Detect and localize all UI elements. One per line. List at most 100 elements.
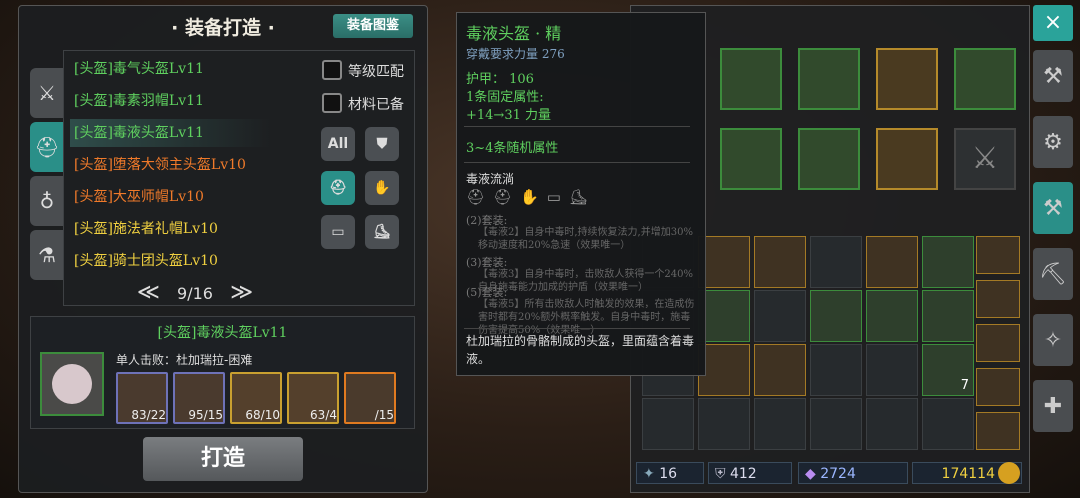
tooltip-fixed-attr-title: 1条固定属性: bbox=[466, 90, 544, 105]
smith-icon: ⛏ bbox=[1039, 261, 1067, 287]
gloves-icon: ✋ bbox=[520, 188, 547, 206]
materials-ready-label: 材料已备 bbox=[348, 97, 404, 113]
gloves-icon: ✋ bbox=[373, 180, 391, 196]
filter-gloves-button[interactable]: ✋ bbox=[365, 171, 399, 205]
inventory-slot[interactable] bbox=[866, 398, 918, 450]
tab-repair[interactable]: ⚙ bbox=[1033, 116, 1073, 168]
pagination: ≪ 9/16 ≫ bbox=[130, 280, 260, 305]
recipe-item[interactable]: [头盔]堕落大领主头盔Lv10 bbox=[74, 152, 246, 178]
equip-slot-empty[interactable]: ⚔ bbox=[954, 128, 1016, 190]
helmet-icon bbox=[52, 364, 92, 404]
sword-icon: ⚔ bbox=[38, 81, 56, 105]
filter-helmet-button[interactable]: ⛑ bbox=[321, 171, 355, 205]
inventory-slot[interactable] bbox=[642, 398, 694, 450]
filter-boots-button[interactable]: ⛸ bbox=[365, 215, 399, 249]
chest-armor-icon: ⛊ bbox=[376, 136, 388, 152]
inventory-slot[interactable] bbox=[922, 236, 974, 288]
filter-all-button[interactable]: All bbox=[321, 127, 355, 161]
recipe-item[interactable]: [头盔]大巫师帽Lv10 bbox=[74, 184, 204, 210]
material-slot[interactable]: 95/15 bbox=[173, 372, 225, 424]
material-slot[interactable]: /15 bbox=[344, 372, 396, 424]
next-page-button[interactable]: ≫ bbox=[230, 280, 253, 305]
bag-slot[interactable] bbox=[976, 236, 1020, 274]
bag-slot[interactable] bbox=[976, 280, 1020, 318]
tab-necklace[interactable]: ♁ bbox=[30, 176, 64, 226]
craft-item-icon[interactable] bbox=[40, 352, 104, 416]
tooltip-set3-text: 【毒液3】自身中毒时，击败敌人获得一个240%自身施毒能力加成的护盾（效果唯一） bbox=[478, 269, 693, 293]
set-pieces-icons: ⛑⛑✋▭⛸ bbox=[466, 188, 626, 208]
potion-icon: ⚗ bbox=[38, 243, 56, 267]
staff-icon: ✦ bbox=[643, 466, 655, 482]
recipe-item[interactable]: [头盔]毒气头盔Lv11 bbox=[74, 56, 204, 82]
inventory-slot[interactable] bbox=[754, 344, 806, 396]
equip-slot-gloves[interactable] bbox=[720, 128, 782, 190]
inventory-slot[interactable] bbox=[754, 290, 806, 342]
tab-smith[interactable]: ⛏ bbox=[1033, 248, 1073, 300]
inventory-slot[interactable] bbox=[866, 344, 918, 396]
page-indicator: 9/16 bbox=[177, 284, 213, 303]
bag-slot[interactable] bbox=[976, 412, 1020, 450]
tab-helmet[interactable]: ⛑ bbox=[30, 122, 64, 172]
inventory-slot[interactable] bbox=[922, 398, 974, 450]
tab-weapon[interactable]: ⚔ bbox=[30, 68, 64, 118]
shield-icon: ⛨ bbox=[715, 466, 726, 482]
gem-icon: ◆ bbox=[805, 466, 816, 482]
equip-slot-ring[interactable] bbox=[876, 48, 938, 110]
equip-slot-chest[interactable] bbox=[720, 48, 782, 110]
tooltip-set2-text: 【毒液2】自身中毒时,持续恢复法力,并增加30%移动速度和20%急速（效果唯一） bbox=[478, 227, 693, 251]
equip-slot-boots[interactable] bbox=[798, 128, 860, 190]
necklace-icon: ♁ bbox=[39, 189, 55, 213]
tab-potion[interactable]: ⚗ bbox=[30, 230, 64, 280]
equip-slot-pants[interactable] bbox=[798, 48, 860, 110]
enchant-icon: ✧ bbox=[1043, 327, 1063, 353]
gold-coin-icon bbox=[998, 462, 1020, 484]
material-slot[interactable]: 83/22 bbox=[116, 372, 168, 424]
filter-belt-button[interactable]: ▭ bbox=[321, 215, 355, 249]
forge-hammer-icon: ⚒ bbox=[1043, 195, 1063, 221]
level-match-checkbox[interactable] bbox=[322, 60, 342, 80]
tab-tools[interactable]: ⚒ bbox=[1033, 50, 1073, 102]
attack-stat: ✦ 16 bbox=[636, 462, 704, 484]
inventory-slot[interactable] bbox=[810, 290, 862, 342]
inventory-slot[interactable] bbox=[922, 290, 974, 342]
hammer-icon: ⚒ bbox=[1043, 63, 1063, 89]
close-button[interactable]: × bbox=[1033, 5, 1073, 41]
inventory-slot[interactable] bbox=[866, 236, 918, 288]
bag-slot[interactable] bbox=[976, 368, 1020, 406]
inventory-slot[interactable]: 7 bbox=[922, 344, 974, 396]
materials-ready-checkbox[interactable] bbox=[322, 93, 342, 113]
craft-button[interactable]: 打造 bbox=[143, 437, 303, 481]
inventory-slot[interactable] bbox=[810, 344, 862, 396]
tooltip-requirement: 穿戴要求力量 276 bbox=[466, 47, 565, 61]
tooltip-item-name: 毒液头盔 · 精 bbox=[466, 24, 562, 43]
craft-item-name: [头盔]毒液头盔Lv11 bbox=[157, 325, 288, 341]
boots-icon: ⛸ bbox=[373, 224, 391, 240]
filter-chest-button[interactable]: ⛊ bbox=[365, 127, 399, 161]
bag-slot[interactable] bbox=[976, 324, 1020, 362]
helmet-icon: ⛑ bbox=[34, 135, 60, 159]
tooltip-fixed-attr: +14→31 力量 bbox=[466, 108, 552, 123]
inventory-slot[interactable] bbox=[698, 398, 750, 450]
equipment-atlas-button[interactable]: 装备图鉴 bbox=[333, 14, 413, 38]
equip-slot-weapon[interactable] bbox=[954, 48, 1016, 110]
tooltip-description: 杜加瑞拉的骨骼制成的头盔，里面蕴含着毒液。 bbox=[466, 334, 695, 366]
tab-forge[interactable]: ⚒ bbox=[1033, 182, 1073, 234]
inventory-slot[interactable] bbox=[754, 236, 806, 288]
tab-enchant[interactable]: ✧ bbox=[1033, 314, 1073, 366]
material-slot[interactable]: 68/10 bbox=[230, 372, 282, 424]
material-slot[interactable]: 63/4 bbox=[287, 372, 339, 424]
inventory-slot[interactable] bbox=[810, 236, 862, 288]
defense-stat: ⛨ 412 bbox=[708, 462, 792, 484]
tab-upgrade[interactable]: ✚ bbox=[1033, 380, 1073, 432]
tooltip-random-attr: 3~4条随机属性 bbox=[466, 141, 559, 156]
recipe-item[interactable]: [头盔]骑士团头盔Lv10 bbox=[74, 248, 218, 274]
equip-slot-ring2[interactable] bbox=[876, 128, 938, 190]
recipe-item[interactable]: [头盔]施法者礼帽Lv10 bbox=[74, 216, 218, 242]
inventory-slot[interactable] bbox=[754, 398, 806, 450]
inventory-slot[interactable] bbox=[810, 398, 862, 450]
prev-page-button[interactable]: ≪ bbox=[137, 280, 160, 305]
recipe-item[interactable]: [头盔]毒液头盔Lv11 bbox=[74, 120, 204, 146]
craft-source: 单人击败：杜加瑞拉-困难 bbox=[116, 353, 253, 367]
inventory-slot[interactable] bbox=[866, 290, 918, 342]
recipe-item[interactable]: [头盔]毒素羽帽Lv11 bbox=[74, 88, 204, 114]
